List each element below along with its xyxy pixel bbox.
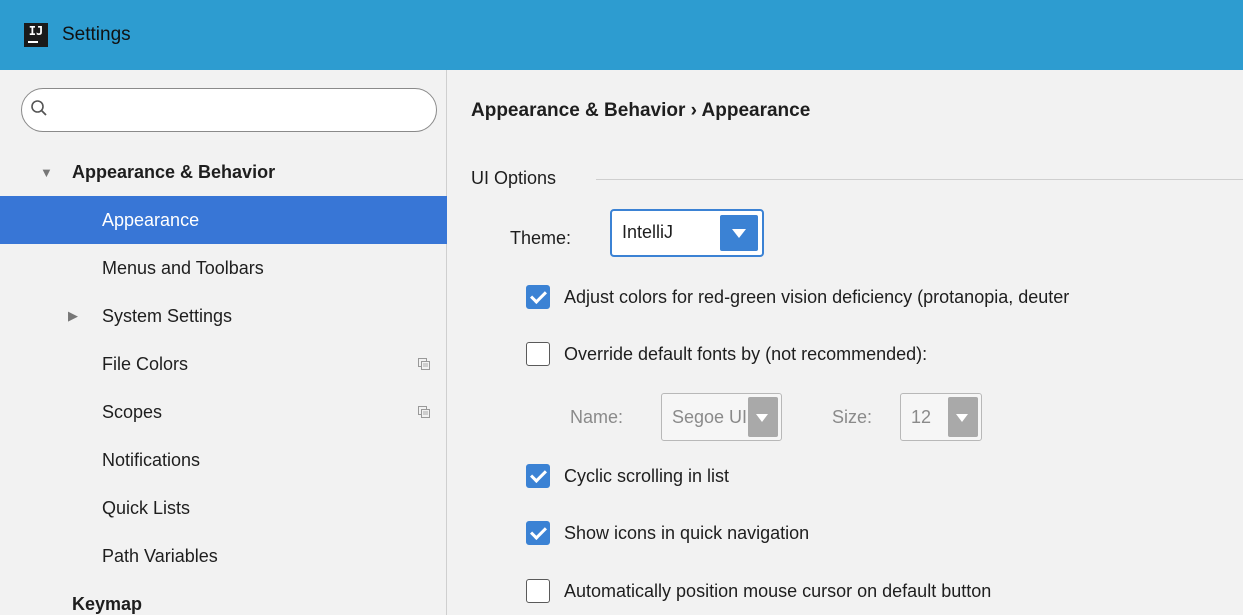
chevron-down-icon[interactable] bbox=[720, 215, 758, 251]
expanded-arrow-icon[interactable]: ▼ bbox=[40, 165, 53, 180]
breadcrumb: Appearance & Behavior › Appearance bbox=[471, 100, 811, 121]
chevron-down-icon[interactable] bbox=[748, 397, 778, 437]
search-input[interactable] bbox=[56, 95, 426, 125]
tree-item-label: Keymap bbox=[72, 593, 143, 614]
option-cyclic-scrolling[interactable]: Cyclic scrolling in list bbox=[526, 462, 729, 490]
tree-item-quick-lists[interactable]: Quick Lists bbox=[0, 484, 447, 532]
intellij-logo-icon: IJ bbox=[24, 23, 48, 47]
font-size-value: 12 bbox=[911, 407, 932, 427]
tree-item-menus-and-toolbars[interactable]: Menus and Toolbars bbox=[0, 244, 447, 292]
tree-item-appearance[interactable]: Appearance bbox=[0, 196, 447, 244]
tree-item-label: File Colors bbox=[102, 353, 189, 374]
checkbox-checked[interactable] bbox=[526, 521, 550, 545]
tree-item-label: Menus and Toolbars bbox=[102, 257, 264, 278]
tree-item-keymap[interactable]: Keymap bbox=[0, 580, 447, 615]
checkbox-checked[interactable] bbox=[526, 464, 550, 488]
checkbox-unchecked[interactable] bbox=[526, 342, 550, 366]
tree-item-label: System Settings bbox=[102, 305, 233, 326]
font-name-dropdown[interactable]: Segoe UI bbox=[661, 393, 782, 441]
font-name-label: Name: bbox=[570, 407, 624, 427]
settings-sidebar: ▼ Appearance & Behavior Appearance Menus… bbox=[0, 70, 447, 615]
font-name-value: Segoe UI bbox=[672, 407, 748, 427]
search-box[interactable] bbox=[21, 88, 437, 132]
project-level-icon bbox=[418, 358, 430, 370]
option-label: Cyclic scrolling in list bbox=[564, 465, 730, 486]
window-title: Settings bbox=[62, 24, 131, 45]
option-override-fonts[interactable]: Override default fonts by (not recommend… bbox=[526, 340, 927, 368]
font-size-label: Size: bbox=[832, 407, 873, 427]
option-label: Show icons in quick navigation bbox=[564, 522, 810, 543]
collapsed-arrow-icon[interactable]: ▶ bbox=[68, 308, 78, 324]
chevron-down-icon[interactable] bbox=[948, 397, 978, 437]
theme-label: Theme: bbox=[510, 228, 572, 248]
tree-item-notifications[interactable]: Notifications bbox=[0, 436, 447, 484]
font-size-dropdown[interactable]: 12 bbox=[900, 393, 982, 441]
theme-value: IntelliJ bbox=[622, 222, 674, 242]
option-adjust-colors[interactable]: Adjust colors for red-green vision defic… bbox=[526, 283, 1069, 311]
checkbox-unchecked[interactable] bbox=[526, 579, 550, 603]
tree-item-label: Appearance bbox=[102, 209, 200, 230]
search-icon bbox=[31, 100, 47, 116]
option-show-icons[interactable]: Show icons in quick navigation bbox=[526, 519, 809, 547]
checkbox-checked[interactable] bbox=[526, 285, 550, 309]
tree-item-label: Scopes bbox=[102, 401, 163, 422]
settings-content: Appearance & Behavior › Appearance UI Op… bbox=[448, 70, 1243, 615]
option-label: Adjust colors for red-green vision defic… bbox=[564, 286, 1070, 307]
tree-item-label: Path Variables bbox=[102, 545, 218, 566]
option-label: Automatically position mouse cursor on d… bbox=[564, 580, 992, 601]
tree-item-label: Quick Lists bbox=[102, 497, 191, 518]
section-title: UI Options bbox=[471, 168, 557, 188]
tree-item-label: Appearance & Behavior bbox=[72, 161, 276, 182]
tree-item-scopes[interactable]: Scopes bbox=[0, 388, 447, 436]
font-settings-row: Name: Segoe UI Size: 12 bbox=[570, 393, 1030, 441]
theme-dropdown[interactable]: IntelliJ bbox=[610, 209, 764, 257]
tree-item-label: Notifications bbox=[102, 449, 201, 470]
project-level-icon bbox=[418, 406, 430, 418]
tree-item-path-variables[interactable]: Path Variables bbox=[0, 532, 447, 580]
option-label: Override default fonts by (not recommend… bbox=[564, 343, 928, 364]
section-divider bbox=[596, 179, 1243, 180]
tree-item-appearance-behavior[interactable]: ▼ Appearance & Behavior bbox=[0, 148, 447, 196]
tree-item-system-settings[interactable]: ▶ System Settings bbox=[0, 292, 447, 340]
title-bar: IJ Settings bbox=[0, 0, 1243, 70]
tree-item-file-colors[interactable]: File Colors bbox=[0, 340, 447, 388]
option-position-mouse[interactable]: Automatically position mouse cursor on d… bbox=[526, 577, 991, 605]
